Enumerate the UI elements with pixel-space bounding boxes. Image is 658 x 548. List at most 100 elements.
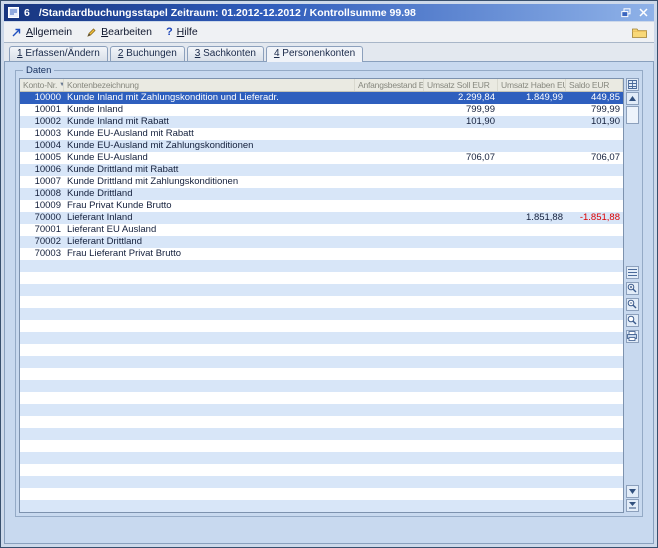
content-panel: Daten Konto-Nr. ▼ Kontenbezeichnung Anfa… <box>4 61 654 544</box>
cell-kontenbezeichnung: Kunde EU-Ausland mit Zahlungskonditionen <box>64 140 355 152</box>
table-row[interactable]: 10001 Kunde Inland 799,99 799,99 <box>20 104 623 116</box>
cell-saldo <box>566 200 623 212</box>
table-row[interactable] <box>20 416 623 428</box>
cell-konto-nr <box>20 452 64 464</box>
cell-konto-nr <box>20 344 64 356</box>
table-row[interactable]: 70001 Lieferant EU Ausland <box>20 224 623 236</box>
table-row[interactable]: 70000 Lieferant Inland 1.851,88 -1.851,8… <box>20 212 623 224</box>
cell-saldo <box>566 440 623 452</box>
cell-umsatz-haben <box>498 116 566 128</box>
scroll-up-icon[interactable] <box>626 92 639 105</box>
table-row[interactable]: 10007 Kunde Drittland mit Zahlungskondit… <box>20 176 623 188</box>
table-row[interactable] <box>20 260 623 272</box>
table-row[interactable] <box>20 476 623 488</box>
print-icon[interactable] <box>626 330 639 343</box>
cell-umsatz-soll <box>424 212 498 224</box>
table-row[interactable] <box>20 404 623 416</box>
table-row[interactable] <box>20 320 623 332</box>
table-row[interactable]: 10002 Kunde Inland mit Rabatt 101,90 101… <box>20 116 623 128</box>
cell-umsatz-soll <box>424 488 498 500</box>
zoom-in-icon[interactable] <box>626 282 639 295</box>
column-header-anfangsbestand[interactable]: Anfangsbestand EUR <box>355 79 424 91</box>
table-row[interactable] <box>20 332 623 344</box>
column-header-saldo[interactable]: Saldo EUR <box>566 79 623 91</box>
cell-umsatz-soll <box>424 248 498 260</box>
cell-umsatz-soll <box>424 344 498 356</box>
table-row[interactable] <box>20 308 623 320</box>
table-row[interactable]: 10006 Kunde Drittland mit Rabatt <box>20 164 623 176</box>
column-header-umsatz-haben[interactable]: Umsatz Haben EUR <box>498 79 566 91</box>
cell-anfangsbestand <box>355 404 424 416</box>
cell-umsatz-haben <box>498 176 566 188</box>
cell-kontenbezeichnung <box>64 404 355 416</box>
table-row[interactable] <box>20 284 623 296</box>
cell-konto-nr <box>20 404 64 416</box>
bearbeiten-button[interactable]: Bearbeiten <box>86 26 152 38</box>
cell-saldo <box>566 308 623 320</box>
column-settings-icon[interactable] <box>626 78 639 91</box>
cell-umsatz-soll <box>424 260 498 272</box>
cell-umsatz-haben <box>498 308 566 320</box>
list-icon[interactable] <box>626 266 639 279</box>
restore-icon[interactable] <box>619 7 632 19</box>
column-header-kontenbezeichnung[interactable]: Kontenbezeichnung <box>64 79 355 91</box>
allgemein-button[interactable]: Allgemein <box>11 26 72 38</box>
zoom-out-icon[interactable] <box>626 298 639 311</box>
cell-saldo <box>566 452 623 464</box>
tab-erfassen-aendern[interactable]: 1 Erfassen/Ändern <box>9 46 108 61</box>
table-row[interactable] <box>20 272 623 284</box>
scroll-to-end-icon[interactable] <box>626 499 639 512</box>
table-row[interactable]: 10005 Kunde EU-Ausland 706,07 706,07 <box>20 152 623 164</box>
table-row[interactable] <box>20 392 623 404</box>
cell-umsatz-haben <box>498 344 566 356</box>
cell-kontenbezeichnung <box>64 464 355 476</box>
table-row[interactable]: 10003 Kunde EU-Ausland mit Rabatt <box>20 128 623 140</box>
cell-anfangsbestand <box>355 224 424 236</box>
table-row[interactable]: 10004 Kunde EU-Ausland mit Zahlungskondi… <box>20 140 623 152</box>
column-header-umsatz-soll[interactable]: Umsatz Soll EUR <box>424 79 498 91</box>
table-row[interactable]: 70002 Lieferant Drittland <box>20 236 623 248</box>
scrollbar-thumb[interactable] <box>626 106 639 124</box>
search-icon[interactable] <box>626 314 639 327</box>
table-row[interactable]: 70003 Frau Lieferant Privat Brutto <box>20 248 623 260</box>
table-body: 10000 Kunde Inland mit Zahlungskondition… <box>20 92 623 512</box>
table-row[interactable]: 10009 Frau Privat Kunde Brutto <box>20 200 623 212</box>
table-row[interactable] <box>20 464 623 476</box>
table-row[interactable] <box>20 452 623 464</box>
cell-saldo <box>566 344 623 356</box>
cell-umsatz-haben <box>498 380 566 392</box>
table-row[interactable]: 10008 Kunde Drittland <box>20 188 623 200</box>
table-row[interactable] <box>20 428 623 440</box>
hilfe-button[interactable]: ? Hilfe <box>166 26 198 38</box>
tab-sachkonten[interactable]: 3 Sachkonten <box>187 46 264 61</box>
table-row[interactable]: 10000 Kunde Inland mit Zahlungskondition… <box>20 92 623 104</box>
cell-kontenbezeichnung <box>64 368 355 380</box>
table-row[interactable] <box>20 356 623 368</box>
table-row[interactable] <box>20 368 623 380</box>
table-row[interactable] <box>20 344 623 356</box>
cell-konto-nr: 10000 <box>20 92 64 104</box>
tab-buchungen[interactable]: 2 Buchungen <box>110 46 185 61</box>
close-icon[interactable] <box>637 7 650 19</box>
cell-konto-nr <box>20 332 64 344</box>
folder-icon[interactable] <box>632 27 647 38</box>
cell-kontenbezeichnung <box>64 392 355 404</box>
scroll-down-icon[interactable] <box>626 485 639 498</box>
cell-umsatz-soll <box>424 164 498 176</box>
table-wrap: Konto-Nr. ▼ Kontenbezeichnung Anfangsbes… <box>19 78 639 513</box>
table-row[interactable] <box>20 488 623 500</box>
cell-saldo <box>566 500 623 512</box>
cell-anfangsbestand <box>355 500 424 512</box>
table-row[interactable] <box>20 296 623 308</box>
cell-umsatz-soll <box>424 404 498 416</box>
cell-kontenbezeichnung <box>64 332 355 344</box>
tab-personenkonten[interactable]: 4 Personenkonten <box>266 46 363 62</box>
table-row[interactable] <box>20 500 623 512</box>
table-row[interactable] <box>20 380 623 392</box>
accounts-table: Konto-Nr. ▼ Kontenbezeichnung Anfangsbes… <box>19 78 624 513</box>
cell-umsatz-haben <box>498 488 566 500</box>
table-row[interactable] <box>20 440 623 452</box>
cell-kontenbezeichnung <box>64 488 355 500</box>
cell-umsatz-soll <box>424 140 498 152</box>
column-header-konto-nr[interactable]: Konto-Nr. ▼ <box>20 79 64 91</box>
